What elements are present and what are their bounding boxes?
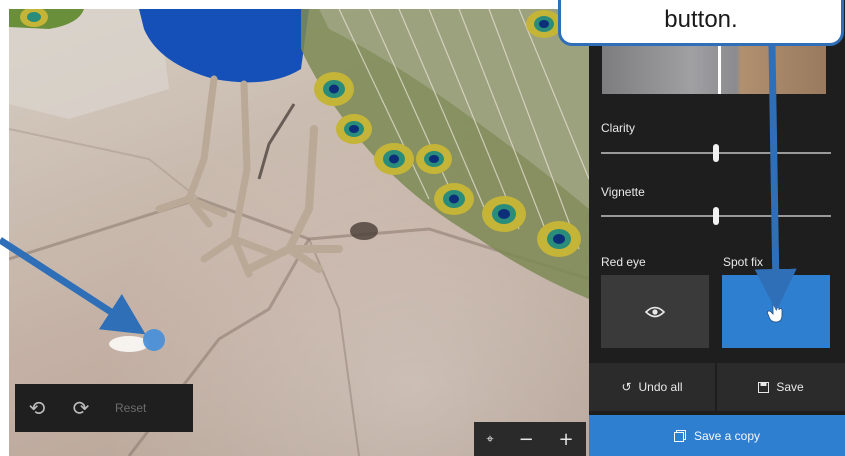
clarity-slider[interactable]: [601, 144, 831, 162]
callout-bubble: button.: [558, 0, 844, 46]
save-copy-label: Save a copy: [693, 428, 761, 443]
undo-all-button[interactable]: ↺ Undo all: [589, 363, 715, 411]
edit-toolbar: ⟲ ⟳ Reset: [15, 384, 193, 432]
red-eye-button[interactable]: [601, 275, 709, 348]
spot-fix-label: Spot fix: [723, 255, 764, 269]
zoom-toolbar: ⌖ − +: [474, 422, 586, 456]
spot-fix-button[interactable]: [722, 275, 830, 348]
eye-icon: [645, 306, 665, 317]
edit-side-panel: Clarity Vignette Red eye Spot fix ↺ Undo…: [589, 0, 845, 456]
reset-button[interactable]: Reset: [115, 384, 146, 432]
save-label: Save: [776, 380, 804, 394]
undo-all-icon: ↺: [621, 380, 632, 394]
callout-text: button.: [664, 6, 738, 33]
hand-pointer-icon: [766, 300, 783, 322]
fit-to-window-icon[interactable]: ⌖: [486, 432, 493, 447]
photo-canvas[interactable]: ⟲ ⟳ Reset ⌖ − +: [9, 9, 589, 456]
save-copy-icon: [673, 429, 686, 442]
vignette-slider[interactable]: [601, 207, 831, 225]
zoom-in-button[interactable]: +: [558, 429, 573, 450]
red-eye-label: Red eye: [601, 255, 646, 269]
save-icon: [758, 381, 770, 393]
redo-icon[interactable]: ⟳: [59, 384, 103, 432]
vignette-label: Vignette: [601, 185, 645, 199]
save-a-copy-button[interactable]: Save a copy: [589, 415, 845, 456]
undo-icon[interactable]: ⟲: [15, 384, 59, 432]
vignette-slider-thumb[interactable]: [713, 207, 719, 225]
save-button[interactable]: Save: [717, 363, 845, 411]
clarity-label: Clarity: [601, 121, 636, 135]
photos-editor-screenshot: ⟲ ⟳ Reset ⌖ − + Clarity Vignette Red eye…: [0, 0, 845, 456]
zoom-out-button[interactable]: −: [519, 429, 534, 450]
clarity-slider-thumb[interactable]: [713, 144, 719, 162]
undo-all-label: Undo all: [638, 380, 683, 394]
